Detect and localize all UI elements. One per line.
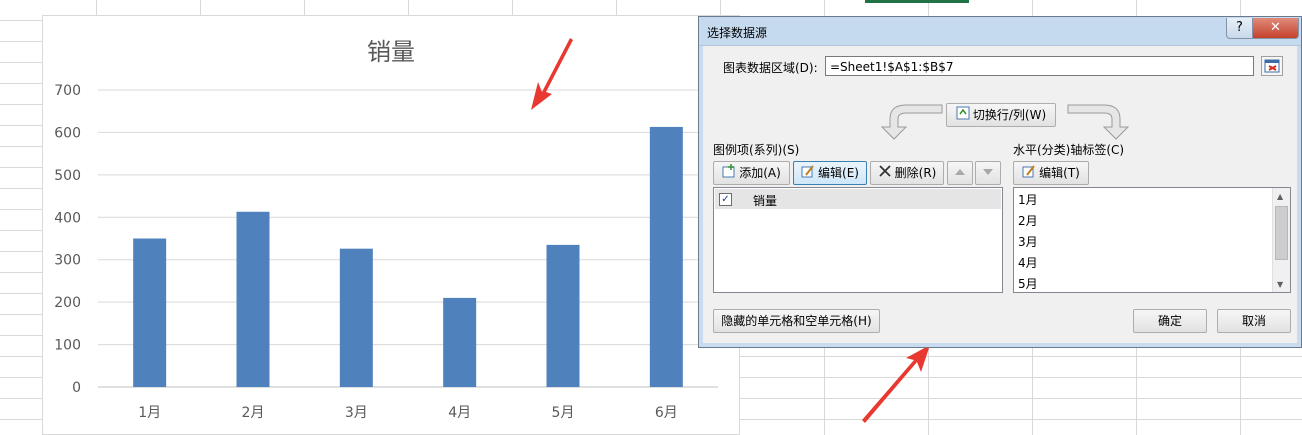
select-data-source-dialog: 选择数据源 ? ✕ 图表数据区域(D): =Sheet1!$A$1:$B$7 切… <box>698 16 1302 348</box>
arrow-down-icon <box>983 169 993 175</box>
close-button[interactable]: ✕ <box>1252 18 1299 39</box>
series-row[interactable]: ✓ 销量 <box>715 189 1001 209</box>
category-list[interactable]: 1月 2月 3月 4月 5月 ▲ ▼ <box>1013 187 1291 293</box>
delete-label: 删除(R) <box>894 166 937 180</box>
add-label: 添加(A) <box>739 166 781 180</box>
chart-range-input[interactable]: =Sheet1!$A$1:$B$7 <box>825 56 1254 76</box>
dialog-title: 选择数据源 <box>707 26 768 40</box>
range-collapse-button[interactable] <box>1261 56 1283 76</box>
edit-axis-icon <box>1022 163 1036 185</box>
scroll-thumb[interactable] <box>1275 206 1288 260</box>
add-icon <box>722 163 736 185</box>
dialog-titlebar[interactable]: 选择数据源 ? ✕ <box>699 17 1301 46</box>
delete-series-button[interactable]: 删除(R) <box>870 161 944 185</box>
edit-series-button[interactable]: 编辑(E) <box>793 161 867 185</box>
red-arrow-bottom <box>862 345 930 423</box>
hidden-empty-cells-button[interactable]: 隐藏的单元格和空单元格(H) <box>713 309 880 333</box>
range-label: 图表数据区域(D): <box>723 61 818 75</box>
list-item[interactable]: 3月 <box>1018 233 1038 250</box>
list-item[interactable]: 4月 <box>1018 254 1038 271</box>
axis-labels-label: 水平(分类)轴标签(C) <box>1013 143 1125 157</box>
edit-icon <box>801 163 815 185</box>
axis-edit-label: 编辑(T) <box>1039 166 1080 180</box>
help-button[interactable]: ? <box>1226 18 1253 39</box>
scroll-up-icon[interactable]: ▲ <box>1277 192 1283 201</box>
delete-icon <box>878 163 892 185</box>
dialog-body: 图表数据区域(D): =Sheet1!$A$1:$B$7 切换行/列(W) 图例… <box>704 46 1294 341</box>
arrow-up-icon <box>955 169 965 175</box>
series-name: 销量 <box>753 194 778 208</box>
ok-button[interactable]: 确定 <box>1133 309 1207 333</box>
legend-entries-label: 图例项(系列)(S) <box>713 143 800 157</box>
category-scrollbar[interactable]: ▲ ▼ <box>1272 188 1290 292</box>
edit-axis-labels-button[interactable]: 编辑(T) <box>1013 161 1089 185</box>
list-item[interactable]: 5月 <box>1018 275 1038 292</box>
swap-arrow-right-icon <box>1067 104 1130 140</box>
switch-row-column-button[interactable]: 切换行/列(W) <box>946 103 1056 127</box>
add-series-button[interactable]: 添加(A) <box>713 161 790 185</box>
swap-arrow-left-icon <box>880 104 943 140</box>
series-list[interactable]: ✓ 销量 <box>713 187 1003 293</box>
range-select-icon <box>1264 59 1280 73</box>
move-up-button[interactable] <box>947 161 973 185</box>
switch-label: 切换行/列(W) <box>972 108 1047 122</box>
edit-label: 编辑(E) <box>818 166 859 180</box>
scroll-down-icon[interactable]: ▼ <box>1277 280 1283 289</box>
switch-icon <box>956 105 970 127</box>
series-checkbox[interactable]: ✓ <box>719 193 732 206</box>
red-arrow-top <box>531 38 573 110</box>
list-item[interactable]: 2月 <box>1018 212 1038 229</box>
list-item[interactable]: 1月 <box>1018 191 1038 208</box>
cancel-button[interactable]: 取消 <box>1217 309 1291 333</box>
move-down-button[interactable] <box>975 161 1001 185</box>
